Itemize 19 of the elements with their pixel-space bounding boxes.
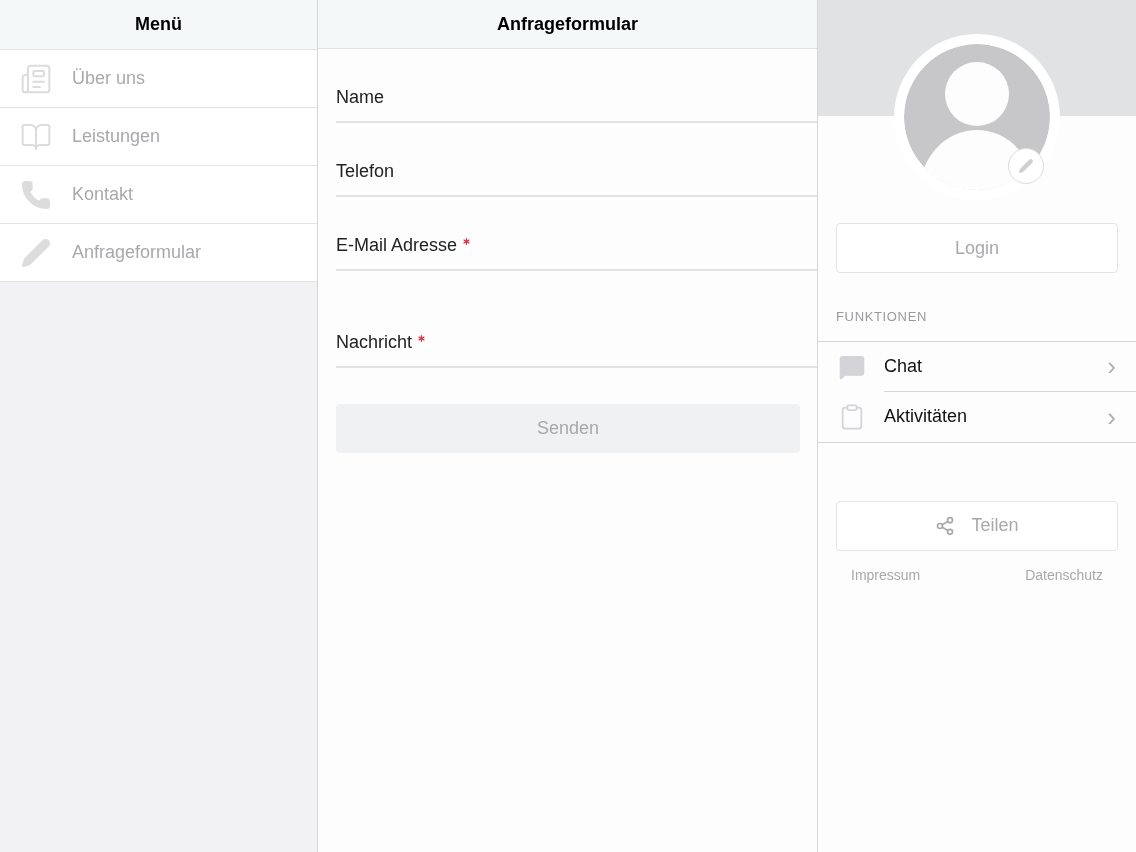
share-icon xyxy=(935,515,956,536)
function-row[interactable]: Aktivitäten › xyxy=(818,391,1136,442)
input-field[interactable]: E-Mail Adresse xyxy=(336,197,817,271)
pencil-icon xyxy=(20,236,52,269)
menu-title: Menü xyxy=(135,13,182,36)
function-row[interactable]: Chat › xyxy=(818,341,1136,392)
chevron-icon: › xyxy=(1107,353,1116,379)
message-field[interactable]: Nachricht xyxy=(336,271,817,368)
newspaper-icon xyxy=(20,62,52,95)
phone-icon xyxy=(20,178,52,211)
required-asterisk-icon xyxy=(463,238,471,245)
input-field[interactable]: Name xyxy=(336,49,817,123)
required-asterisk-icon xyxy=(418,335,426,342)
input-field[interactable]: Telefon xyxy=(336,123,817,197)
chevron-icon: › xyxy=(1107,403,1116,430)
footer-link[interactable]: Datenschutz xyxy=(1025,564,1103,586)
section-heading: FUNKTIONEN xyxy=(836,308,928,326)
form-title: Anfrageformular xyxy=(497,12,638,36)
footer-link[interactable]: Impressum xyxy=(851,564,921,586)
